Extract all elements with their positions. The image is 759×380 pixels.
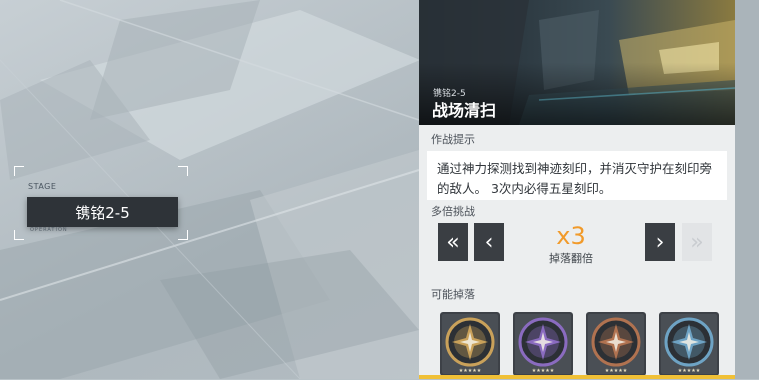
- chevron-right-icon: ›: [655, 229, 665, 255]
- drop-item[interactable]: ★★★★★: [659, 312, 719, 376]
- drop-item[interactable]: ★★★★★: [440, 312, 500, 376]
- possible-drops-label: 可能掉落: [431, 288, 475, 301]
- purple-star-seal-icon: ★★★★★: [513, 312, 573, 376]
- svg-text:★★★★★: ★★★★★: [678, 368, 701, 374]
- multiplier-display: x3 掉落翻倍: [526, 224, 616, 266]
- multiplier-value: x3: [556, 222, 586, 250]
- chevron-left-icon: ‹: [484, 229, 494, 255]
- double-chevron-right-icon: »: [690, 229, 704, 255]
- mission-title: 战场清扫: [432, 101, 497, 120]
- svg-text:★★★★★: ★★★★★: [532, 368, 555, 374]
- drop-item[interactable]: ★★★★★: [513, 312, 573, 376]
- multi-challenge-label: 多倍挑战: [431, 205, 475, 218]
- multiplier-max-button[interactable]: »: [682, 223, 712, 261]
- panel-bottom-accent: [419, 375, 735, 379]
- stage-name: 镌铭2-5: [75, 203, 130, 222]
- stage-node[interactable]: 镌铭2-5: [27, 197, 178, 227]
- svg-text:★★★★★: ★★★★★: [459, 368, 482, 374]
- brief-box: 通过神力探测找到神迹刻印，并消灭守护在刻印旁的敌人。 3次内必得五星刻印。: [427, 151, 727, 200]
- multiplier-description: 掉落翻倍: [549, 252, 593, 265]
- svg-text:★★★★★: ★★★★★: [605, 368, 628, 374]
- multiplier-min-button[interactable]: «: [438, 223, 468, 261]
- double-chevron-left-icon: «: [446, 229, 460, 255]
- brief-label: 作战提示: [431, 133, 475, 146]
- gold-star-seal-icon: ★★★★★: [440, 312, 500, 376]
- stage-subtext: OPERATION: [30, 227, 68, 233]
- drop-item[interactable]: ★★★★★: [586, 312, 646, 376]
- stage-tag: STAGE: [28, 182, 57, 191]
- multiplier-increase-button[interactable]: ›: [645, 223, 675, 261]
- blue-star-seal-icon: ★★★★★: [659, 312, 719, 376]
- brief-text: 通过神力探测找到神迹刻印，并消灭守护在刻印旁的敌人。 3次内必得五星刻印。: [437, 161, 713, 196]
- bronze-feather-seal-icon: ★★★★★: [586, 312, 646, 376]
- multiplier-decrease-button[interactable]: ‹: [474, 223, 504, 261]
